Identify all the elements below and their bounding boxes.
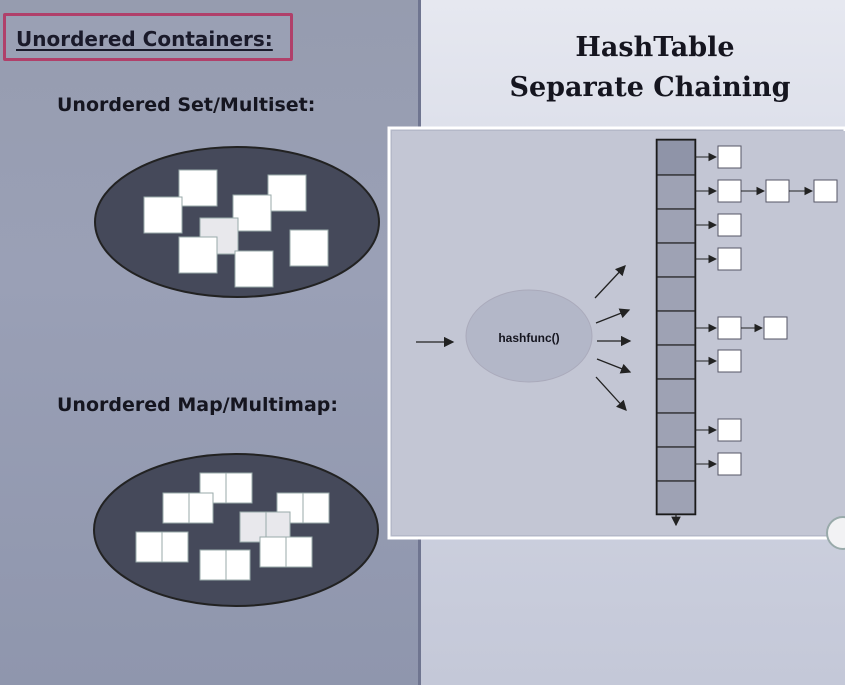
- map-value: [225, 472, 253, 504]
- set-element: [289, 229, 329, 267]
- bucket: [656, 139, 696, 176]
- chain-node: [765, 179, 790, 203]
- map-value: [225, 549, 251, 581]
- bucket: [656, 412, 696, 448]
- map-value: [285, 536, 313, 568]
- bucket: [656, 344, 696, 380]
- bucket: [656, 446, 696, 482]
- chain-node: [813, 179, 838, 203]
- bucket: [656, 174, 696, 210]
- bucket: [656, 378, 696, 414]
- map-key: [259, 536, 287, 568]
- set-container-ellipse: [94, 146, 380, 298]
- chain-node: [763, 316, 788, 340]
- chain-node: [717, 418, 742, 442]
- map-key: [162, 492, 190, 524]
- chain-node: [717, 349, 742, 373]
- chain-node: [717, 247, 742, 271]
- map-value: [161, 531, 189, 563]
- bucket-array: [655, 138, 697, 527]
- map-container-ellipse: [93, 453, 379, 607]
- chain-node: [717, 452, 742, 476]
- bucket: [656, 480, 696, 515]
- set-element: [234, 250, 274, 288]
- bucket: [656, 208, 696, 244]
- set-element: [143, 196, 183, 234]
- set-element: [178, 236, 218, 274]
- set-element: [232, 194, 272, 232]
- chain-node: [717, 179, 742, 203]
- chain-node: [717, 316, 742, 340]
- hashfunc-label: hashfunc(): [498, 331, 559, 345]
- chain-node: [717, 213, 742, 237]
- map-value: [188, 492, 214, 524]
- bucket: [656, 242, 696, 278]
- bucket: [656, 310, 696, 346]
- chain-node: [717, 145, 742, 169]
- bucket: [656, 276, 696, 312]
- map-key: [199, 549, 227, 581]
- set-element: [267, 174, 307, 212]
- diagram-canvas: hashfunc(): [93, 126, 845, 607]
- map-value: [302, 492, 330, 524]
- set-element: [178, 169, 218, 207]
- hashtable-figure: [387, 126, 845, 540]
- map-key: [135, 531, 163, 563]
